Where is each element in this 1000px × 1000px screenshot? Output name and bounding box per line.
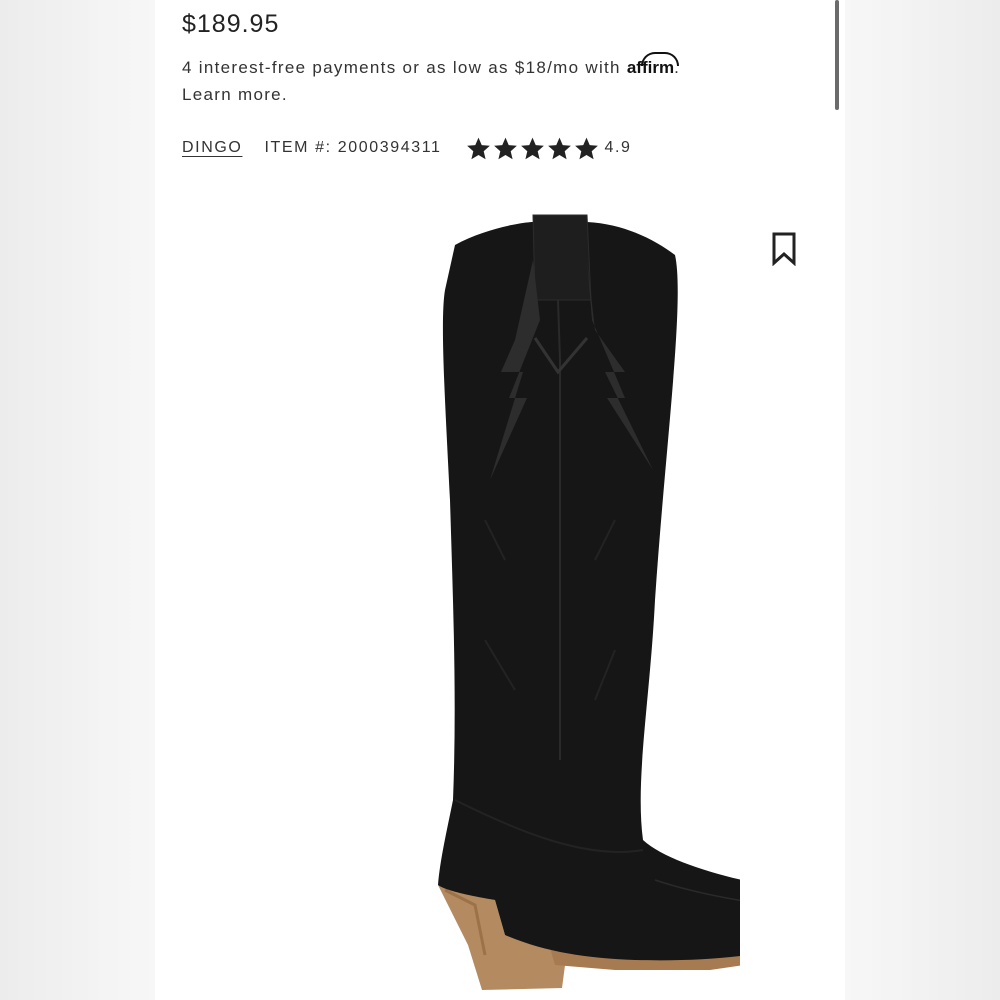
product-price: $189.95 xyxy=(182,10,280,38)
bookmark-icon[interactable] xyxy=(771,232,797,266)
financing-text: 4 interest-free payments or as low as $1… xyxy=(182,58,627,77)
product-page[interactable]: $189.95 4 interest-free payments or as l… xyxy=(155,0,845,1000)
learn-more-link[interactable]: Learn more. xyxy=(182,85,288,104)
product-meta: DINGO ITEM #: 2000394311 4.9 xyxy=(182,133,632,163)
background-right xyxy=(845,0,1000,1000)
item-number: ITEM #: 2000394311 xyxy=(264,139,442,156)
star-icon xyxy=(574,137,598,159)
brand-link[interactable]: DINGO xyxy=(182,139,242,157)
affirm-logo[interactable]: affirm xyxy=(627,52,679,77)
affirm-arc xyxy=(640,52,679,66)
star-icon xyxy=(493,137,517,159)
star-icon xyxy=(520,137,544,159)
product-image[interactable] xyxy=(270,200,740,1000)
background-left xyxy=(0,0,155,1000)
scrollbar[interactable] xyxy=(835,0,839,110)
star-icon xyxy=(547,137,571,159)
star-rating[interactable]: 4.9 xyxy=(466,136,632,161)
star-icon xyxy=(466,137,490,159)
financing-info: 4 interest-free payments or as low as $1… xyxy=(182,52,802,108)
rating-value: 4.9 xyxy=(604,139,632,156)
